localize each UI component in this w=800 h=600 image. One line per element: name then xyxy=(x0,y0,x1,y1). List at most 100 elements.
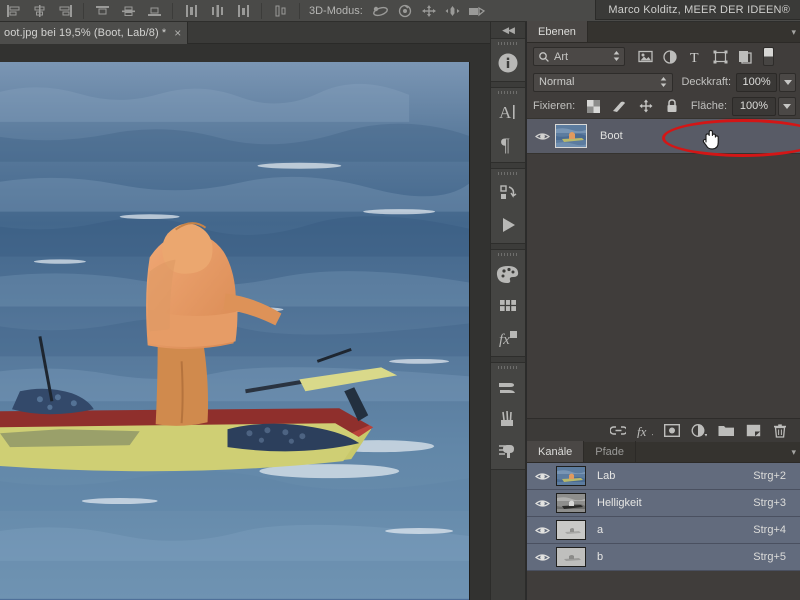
panel-menu-icon[interactable]: ▾ xyxy=(791,27,796,38)
filter-type-layers-icon[interactable]: T xyxy=(685,47,705,67)
delete-layer-icon[interactable] xyxy=(772,423,788,439)
tab-label: Pfade xyxy=(595,445,625,458)
table-row[interactable]: b Strg+5 xyxy=(527,544,800,571)
channel-thumbnail xyxy=(556,466,586,486)
opacity-dropdown-icon[interactable] xyxy=(779,72,796,92)
pan-3d-icon[interactable] xyxy=(417,1,441,21)
drag-handle[interactable] xyxy=(491,39,525,47)
eye-icon[interactable] xyxy=(531,525,553,536)
filter-adjustment-layers-icon[interactable] xyxy=(660,47,680,67)
lock-image-pixels-icon[interactable] xyxy=(610,97,629,116)
filter-pixel-layers-icon[interactable] xyxy=(635,47,655,67)
collapse-panels-icon[interactable]: ◀◀ xyxy=(491,22,525,38)
eye-icon[interactable] xyxy=(531,131,553,142)
brush-presets-icon[interactable] xyxy=(491,403,525,435)
align-left-edges-icon[interactable] xyxy=(0,1,26,21)
align-horizontal-centers-icon[interactable] xyxy=(26,1,52,21)
eye-icon[interactable] xyxy=(531,471,553,482)
fill-input[interactable]: 100% xyxy=(732,96,776,116)
swatches-icon[interactable] xyxy=(491,290,525,322)
toolbar-separator xyxy=(83,2,84,19)
paragraph-icon[interactable]: ¶ xyxy=(491,128,525,160)
panel-icon-dock: ◀◀ A ¶ fx xyxy=(490,22,526,600)
layer-list[interactable]: Boot xyxy=(527,118,800,418)
document-image[interactable] xyxy=(0,62,470,600)
color-palette-icon[interactable] xyxy=(491,258,525,290)
table-row[interactable]: Helligkeit Strg+3 xyxy=(527,490,800,517)
lock-all-icon[interactable] xyxy=(662,97,681,116)
thumbnail-corner xyxy=(556,125,560,129)
layer-thumbnail[interactable] xyxy=(555,124,587,148)
tab-pfade[interactable]: Pfade xyxy=(584,441,637,462)
eye-icon[interactable] xyxy=(531,498,553,509)
fill-label: Fläche: xyxy=(690,100,727,112)
mode-3d-label: 3D-Modus: xyxy=(309,4,363,17)
add-layer-mask-icon[interactable] xyxy=(664,423,680,439)
eye-icon[interactable] xyxy=(531,552,553,563)
scale-3d-icon[interactable] xyxy=(465,1,489,21)
close-icon[interactable]: × xyxy=(174,27,181,39)
align-right-edges-icon[interactable] xyxy=(52,1,78,21)
filter-smart-object-icon[interactable] xyxy=(735,47,755,67)
lock-position-icon[interactable] xyxy=(636,97,655,116)
layer-name-label[interactable]: Boot xyxy=(600,130,623,142)
tab-ebenen[interactable]: Ebenen xyxy=(527,21,588,42)
tab-kanaele[interactable]: Kanäle xyxy=(527,441,585,462)
drag-handle[interactable] xyxy=(491,363,525,371)
opacity-input[interactable]: 100% xyxy=(736,72,778,92)
fill-dropdown-icon[interactable] xyxy=(778,96,796,116)
channels-panel-tabs: Kanäle Pfade ▾ xyxy=(527,441,800,463)
channel-shortcut-label: Strg+4 xyxy=(753,524,786,536)
canvas-area[interactable] xyxy=(0,44,490,600)
drag-handle[interactable] xyxy=(491,169,525,177)
filter-enable-toggle[interactable] xyxy=(763,47,774,66)
blend-mode-select[interactable]: Normal xyxy=(533,72,674,92)
opacity-label: Deckkraft: xyxy=(681,76,731,88)
distribute-left-edges-icon[interactable] xyxy=(178,1,204,21)
new-layer-icon[interactable] xyxy=(745,423,761,439)
toolbar-separator xyxy=(261,2,262,19)
chevron-updown-icon[interactable] xyxy=(613,50,620,62)
document-tab[interactable]: oot.jpg bei 19,5% (Boot, Lab/8) * × xyxy=(0,22,189,44)
layer-filter-type-select[interactable]: Art xyxy=(533,47,625,66)
distribute-horizontal-centers-icon[interactable] xyxy=(204,1,230,21)
tool-presets-icon[interactable] xyxy=(491,435,525,467)
table-row[interactable]: Lab Strg+2 xyxy=(527,463,800,490)
tab-label: Kanäle xyxy=(538,445,573,458)
distribute-right-edges-icon[interactable] xyxy=(230,1,256,21)
chevron-updown-icon[interactable] xyxy=(660,76,667,88)
panel-menu-icon[interactable]: ▾ xyxy=(791,447,796,458)
svg-text:fx: fx xyxy=(637,424,647,438)
channel-thumbnail xyxy=(556,493,586,513)
dock-group-history-actions xyxy=(491,168,525,244)
character-icon[interactable]: A xyxy=(491,96,525,128)
align-vertical-centers-icon[interactable] xyxy=(115,1,141,21)
roll-3d-icon[interactable] xyxy=(393,1,417,21)
channel-list[interactable]: Lab Strg+2 Helligkeit Strg+3 a Strg+4 b … xyxy=(527,463,800,571)
align-bottom-edges-icon[interactable] xyxy=(141,1,167,21)
distribute-vertical-icon[interactable] xyxy=(267,1,293,21)
new-group-icon[interactable] xyxy=(718,423,734,439)
channel-shortcut-label: Strg+3 xyxy=(753,497,786,509)
layer-style-fx-icon[interactable]: fx xyxy=(637,423,653,439)
align-top-edges-icon[interactable] xyxy=(89,1,115,21)
new-adjustment-layer-icon[interactable] xyxy=(691,423,707,439)
brush-icon[interactable] xyxy=(491,371,525,403)
table-row[interactable]: Boot xyxy=(527,118,800,154)
channel-name-label: Helligkeit xyxy=(597,497,642,509)
channel-thumbnail xyxy=(556,547,586,567)
slide-3d-icon[interactable] xyxy=(441,1,465,21)
drag-handle[interactable] xyxy=(491,250,525,258)
blend-mode-row: Normal Deckkraft: 100% xyxy=(527,70,800,94)
lock-transparent-pixels-icon[interactable] xyxy=(584,97,603,116)
filter-shape-layers-icon[interactable] xyxy=(710,47,730,67)
drag-handle[interactable] xyxy=(491,88,525,96)
table-row[interactable]: a Strg+4 xyxy=(527,517,800,544)
layer-styles-fx-icon[interactable]: fx xyxy=(491,322,525,354)
rotate-3d-icon[interactable] xyxy=(369,1,393,21)
info-icon[interactable] xyxy=(491,47,525,79)
link-layers-icon[interactable] xyxy=(610,423,626,439)
photoshop-window: 3D-Modus: Marco Kolditz, MEER DER IDEEN®… xyxy=(0,0,800,600)
history-icon[interactable] xyxy=(491,177,525,209)
actions-play-icon[interactable] xyxy=(491,209,525,241)
